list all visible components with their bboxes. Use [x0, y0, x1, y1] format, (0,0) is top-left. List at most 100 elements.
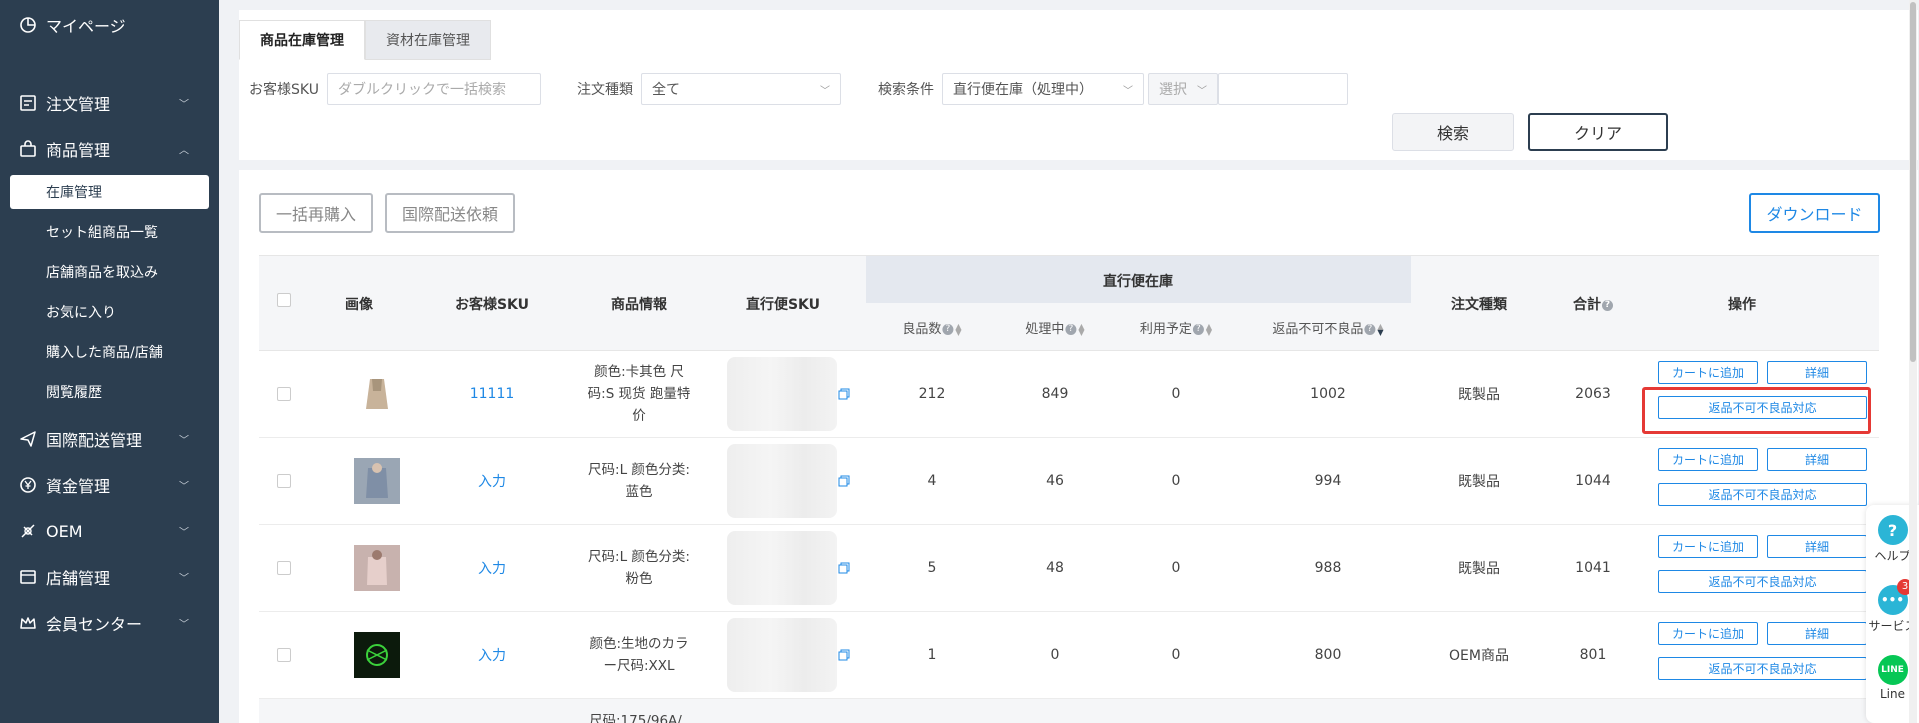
highlight-box — [1642, 387, 1871, 434]
sort-icon[interactable]: ▲ ▼ — [1078, 322, 1084, 336]
tab-material-inventory[interactable]: 資材在庫管理 — [365, 20, 491, 60]
th-scheduled[interactable]: 利用予定? ▲ ▼ — [1140, 318, 1212, 337]
row-checkbox[interactable] — [277, 648, 291, 662]
condition-sub-select[interactable]: 選択 ﹀ — [1147, 73, 1218, 105]
condition-select[interactable]: 直行便在庫（処理中） ﹀ — [941, 73, 1144, 105]
subnav-history[interactable]: 閲覧履歴 — [0, 372, 219, 412]
product-info: 尺码:L 颜色分类:粉色 — [588, 549, 690, 587]
row-checkbox[interactable] — [277, 561, 291, 575]
table-header: 画像 お客様SKU 商品情報 直行便SKU 直行便在庫 良品数? ▲ ▼ 処理中? ▲… — [259, 255, 1879, 351]
total-count: 1044 — [1575, 473, 1611, 489]
nav-oem[interactable]: OEM ﹀ — [0, 508, 219, 554]
sku-input-link[interactable]: 入力 — [478, 471, 506, 491]
th-processing[interactable]: 処理中? ▲ ▼ — [1025, 318, 1084, 337]
clear-button[interactable]: クリア — [1528, 113, 1668, 151]
detail-button[interactable]: 詳細 — [1767, 622, 1867, 645]
chevron-down-icon: ﹀ — [1122, 85, 1133, 97]
direct-sku-blurred — [727, 357, 837, 431]
copy-icon[interactable] — [838, 475, 850, 487]
chevron-up-icon: ︿ — [179, 145, 189, 157]
product-image[interactable] — [354, 545, 400, 591]
chevron-down-icon: ﹀ — [179, 619, 189, 631]
sort-icon[interactable]: ▲ ▼ — [1377, 322, 1383, 336]
subnav-purchased[interactable]: 購入した商品/店舗 — [0, 332, 219, 372]
return-defect-button[interactable]: 返品不可不良品対応 — [1658, 570, 1867, 593]
copy-icon[interactable] — [838, 649, 850, 661]
sort-icon[interactable]: ▲ ▼ — [955, 322, 961, 336]
yen-icon — [18, 475, 38, 495]
tab-product-inventory[interactable]: 商品在庫管理 — [239, 20, 365, 60]
nav-store[interactable]: 店舗管理 ﹀ — [0, 554, 219, 600]
product-info: 尺码:L 颜色分类:蓝色 — [588, 462, 690, 500]
th-order-type: 注文種類 — [1451, 297, 1507, 313]
add-cart-button[interactable]: カートに追加 — [1658, 535, 1758, 558]
nav-member[interactable]: 会員センター ﹀ — [0, 600, 219, 646]
nav-products[interactable]: 商品管理 ︿ — [0, 126, 219, 172]
sku-input-link[interactable]: 入力 — [478, 645, 506, 665]
order-type-select[interactable]: 全て ﹀ — [640, 73, 841, 105]
copy-icon[interactable] — [838, 388, 850, 400]
order-icon — [18, 93, 38, 113]
condition-value-input[interactable] — [1217, 73, 1348, 105]
defect-count: 988 — [1314, 560, 1342, 576]
help-icon: ? — [1602, 299, 1613, 311]
defect-count: 994 — [1314, 473, 1342, 489]
copy-icon[interactable] — [838, 562, 850, 574]
th-defect[interactable]: 返品不可不良品? ▲ ▼ — [1272, 318, 1383, 337]
product-image[interactable] — [354, 458, 400, 504]
search-button[interactable]: 検索 — [1392, 113, 1514, 151]
sort-icon[interactable]: ▲ ▼ — [1206, 322, 1212, 336]
add-cart-button[interactable]: カートに追加 — [1658, 622, 1758, 645]
detail-button[interactable]: 詳細 — [1767, 535, 1867, 558]
th-good[interactable]: 良品数? ▲ ▼ — [902, 318, 961, 337]
subnav-set-products[interactable]: セット組商品一覧 — [0, 212, 219, 252]
scheduled-count: 0 — [1171, 473, 1181, 489]
th-info: 商品情報 — [611, 297, 667, 313]
bulk-repurchase-button[interactable]: 一括再購入 — [259, 193, 373, 233]
nav-intl-shipping[interactable]: 国際配送管理 ﹀ — [0, 416, 219, 462]
total-count: 801 — [1579, 647, 1607, 663]
sku-search-input[interactable]: ダブルクリックで一括検索 — [326, 73, 541, 105]
select-all-checkbox[interactable] — [277, 293, 291, 307]
add-cart-button[interactable]: カートに追加 — [1658, 361, 1758, 384]
good-count: 5 — [927, 560, 937, 576]
detail-button[interactable]: 詳細 — [1767, 448, 1867, 471]
row-checkbox[interactable] — [277, 474, 291, 488]
condition-label: 検索条件 — [877, 82, 934, 98]
nav-funds[interactable]: 資金管理 ﹀ — [0, 462, 219, 508]
subnav-import-store[interactable]: 店舗商品を取込み — [0, 252, 219, 292]
nav-mypage[interactable]: マイページ — [0, 0, 219, 50]
sku-label: お客様SKU — [249, 82, 319, 98]
sku-input-link[interactable]: 入力 — [478, 558, 506, 578]
help-icon: ? — [1364, 324, 1376, 335]
row-checkbox[interactable] — [277, 387, 291, 401]
th-sku: お客様SKU — [454, 297, 530, 313]
defect-count: 800 — [1314, 647, 1342, 663]
subnav-favorites[interactable]: お気に入り — [0, 292, 219, 332]
good-count: 212 — [918, 386, 946, 402]
detail-button[interactable]: 詳細 — [1767, 361, 1867, 384]
product-image[interactable] — [354, 371, 400, 417]
scheduled-count: 0 — [1171, 386, 1181, 402]
scrollbar-thumb[interactable] — [1910, 2, 1916, 362]
sku-link[interactable]: 11111 — [470, 386, 515, 402]
product-image[interactable] — [354, 632, 400, 678]
table-row: 入力 颜色:生地のカラー尺码:XXL 1 0 0 800 OEM商品 801 カ… — [259, 612, 1879, 699]
dashboard-icon — [18, 15, 38, 35]
th-action: 操作 — [1728, 297, 1756, 313]
download-button[interactable]: ダウンロード — [1749, 193, 1880, 233]
add-cart-button[interactable]: カートに追加 — [1658, 448, 1758, 471]
order-type: 既製品 — [1458, 474, 1500, 490]
order-type: 既製品 — [1458, 561, 1500, 577]
intl-shipping-request-button[interactable]: 国際配送依頼 — [385, 193, 515, 233]
subnav-inventory[interactable]: 在庫管理 — [10, 175, 209, 209]
chevron-down-icon: ﹀ — [179, 481, 189, 493]
line-icon: LINE — [1877, 655, 1908, 685]
nav-orders[interactable]: 注文管理 ﹀ — [0, 80, 219, 126]
product-info: 颜色:生地のカラー尺码:XXL — [589, 636, 689, 674]
return-defect-button[interactable]: 返品不可不良品対応 — [1658, 657, 1867, 680]
scheduled-count: 0 — [1171, 560, 1181, 576]
return-defect-button[interactable]: 返品不可不良品対応 — [1658, 483, 1867, 506]
defect-count: 1002 — [1310, 386, 1346, 402]
sidebar: マイページ 注文管理 ﹀ 商品管理 ︿ 在庫管理 セット組商品一覧 店舗商品を取… — [0, 0, 219, 723]
